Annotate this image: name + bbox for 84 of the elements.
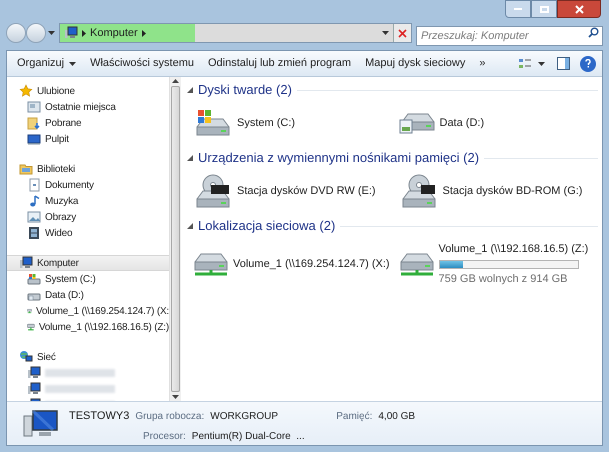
triangle-icon [187, 223, 193, 229]
toolbar-button[interactable]: Właściwości systemu [86, 55, 198, 72]
drive-item[interactable]: Data (D:) [392, 105, 598, 141]
scrollbar-thumb[interactable] [171, 86, 180, 392]
nav-item[interactable]: Pulpit [7, 131, 169, 147]
chevron-icon [142, 30, 146, 36]
detail-value: 4,00 GB [378, 410, 416, 424]
nav-item[interactable]: Pobrane [7, 115, 169, 131]
nav-group-item[interactable]: Komputer [7, 255, 169, 271]
recent-places-icon [27, 100, 41, 114]
close-icon [574, 4, 584, 14]
minimize-button[interactable] [505, 0, 531, 18]
detail-value: WORKGROUP [210, 410, 280, 424]
detail-label: Procesor: [143, 430, 186, 444]
computer-icon [27, 366, 41, 380]
view-options-button[interactable] [516, 58, 547, 70]
windows-drive-icon [27, 272, 41, 286]
maximize-button[interactable] [531, 0, 557, 18]
collapse-button[interactable] [187, 155, 193, 161]
toolbar-button[interactable]: Mapuj dysk sieciowy [361, 55, 470, 72]
collapse-button[interactable] [187, 87, 193, 93]
toolbar-button[interactable]: Organizuj [13, 55, 80, 72]
toolbar-button[interactable]: Odinstaluj lub zmień program [204, 55, 356, 72]
help-icon [585, 59, 591, 68]
computer-icon [19, 256, 33, 270]
search-icon [588, 27, 599, 38]
toolbar-button[interactable]: » [475, 55, 490, 72]
scroll-down-icon[interactable] [172, 395, 179, 399]
nav-item[interactable]: Volume_1 (\\169.254.124.7) (X: [7, 303, 169, 319]
view-icon [518, 58, 532, 70]
caret-icon [69, 62, 76, 66]
drive-item[interactable]: Stacja dysków BD-ROM (G:) [392, 173, 598, 209]
caret-icon [48, 31, 55, 35]
nav-item[interactable]: Muzyka [7, 193, 169, 209]
drive-item[interactable]: Volume_1 (\\169.254.124.7) (X:) [187, 241, 392, 287]
blurred-text [45, 369, 115, 377]
nav-item[interactable]: Wideo [7, 225, 169, 241]
nav-group-item[interactable]: Ulubione [7, 83, 169, 99]
pane-icon [557, 57, 570, 70]
drive-item[interactable]: System (C:) [187, 105, 392, 141]
triangle-icon [187, 155, 193, 161]
drive-item[interactable]: Volume_1 (\\192.168.16.5) (Z:) 759 GB wolnych z 914 GB [392, 241, 598, 287]
computer-icon [64, 26, 78, 40]
group-header: Lokalizacja sieciowa (2) [198, 217, 336, 236]
library-folder-icon [19, 162, 33, 176]
detail-value: Pentium(R) Dual-Core ... [192, 430, 305, 444]
document-icon [27, 178, 41, 192]
network-icon [19, 350, 33, 364]
star-icon [19, 84, 33, 98]
help-button[interactable] [580, 56, 596, 72]
nav-item[interactable]: Data (D:) [7, 287, 169, 303]
detail-label: Grupa robocza: [135, 410, 204, 424]
scroll-up-icon[interactable] [172, 79, 179, 83]
computer-name: TESTOWY3 [69, 409, 130, 424]
nav-item[interactable]: System (C:) [7, 271, 169, 287]
network-drive-icon [398, 252, 434, 276]
nav-item[interactable]: Volume_1 (\\192.168.16.5) (Z:) [7, 319, 169, 335]
clear-button[interactable] [393, 24, 411, 42]
film-icon [27, 226, 41, 240]
network-drive-icon [193, 252, 229, 276]
nav-item[interactable]: Obrazy [7, 209, 169, 225]
detail-label: Pamięć: [336, 410, 372, 424]
drive-icon [398, 112, 436, 134]
blurred-text [45, 385, 115, 393]
caret-icon [382, 31, 389, 35]
nav-group-item[interactable]: Biblioteki [7, 161, 169, 177]
desktop-icon [27, 132, 41, 146]
computer-icon [27, 382, 41, 396]
chevron-icon [82, 30, 86, 36]
nav-group-item[interactable]: Sieć [7, 349, 169, 365]
picture-icon [27, 210, 41, 224]
download-folder-icon [27, 116, 41, 130]
nav-item[interactable]: Dokumenty [7, 177, 169, 193]
close-icon [398, 28, 407, 38]
collapse-button[interactable] [187, 223, 193, 229]
search-field[interactable]: Przeszukaj: Komputer [416, 26, 603, 46]
address-bar[interactable]: Komputer [59, 23, 412, 43]
group-header: Dyski twarde (2) [198, 81, 292, 100]
drive-item[interactable]: Stacja dysków DVD RW (E:) [187, 173, 392, 209]
nav-item[interactable]: Ostatnie miejsca [7, 99, 169, 115]
group-header: Urządzenia z wymiennymi nośnikami pamięci (2) [198, 149, 480, 168]
close-button[interactable] [557, 0, 601, 18]
triangle-icon [187, 87, 193, 93]
caret-icon [538, 62, 545, 66]
